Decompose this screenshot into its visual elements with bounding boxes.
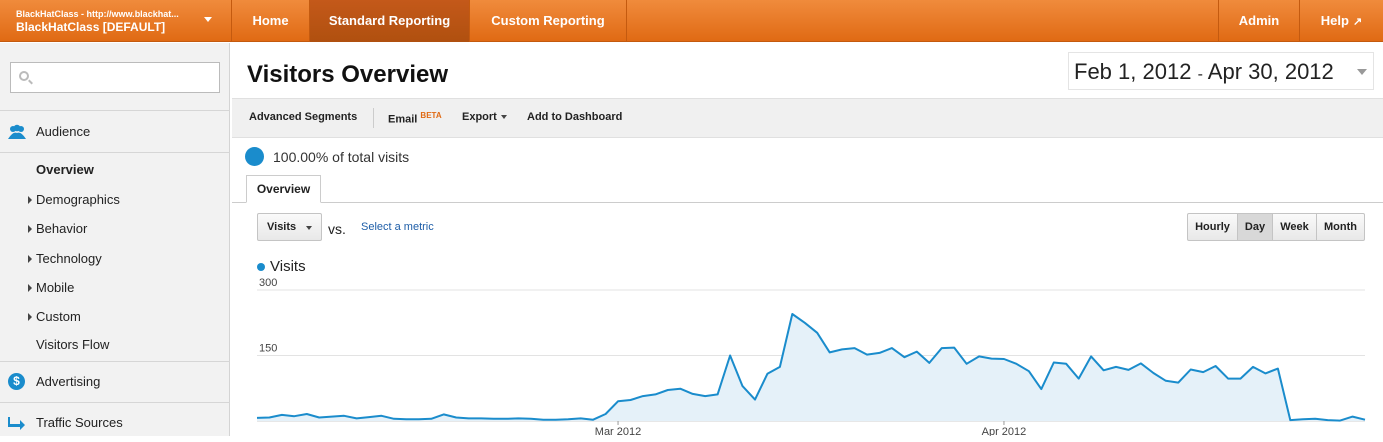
nav-admin[interactable]: Admin — [1218, 0, 1300, 42]
nav-standard-reporting[interactable]: Standard Reporting — [310, 0, 470, 42]
divider — [0, 110, 230, 111]
metric-dropdown[interactable]: Visits — [257, 213, 322, 241]
sidebar-item-visitors-flow[interactable]: Visitors Flow — [0, 331, 230, 359]
date-start: Feb 1, 2012 — [1074, 59, 1192, 84]
divider — [373, 108, 374, 128]
granularity-week-button[interactable]: Week — [1272, 213, 1317, 241]
sidebar-section-audience[interactable]: Audience — [0, 113, 230, 151]
add-to-dashboard-button[interactable]: Add to Dashboard — [527, 111, 622, 123]
date-range-picker[interactable]: Feb 1, 2012 - Apr 30, 2012 — [1068, 52, 1374, 90]
date-end: Apr 30, 2012 — [1207, 59, 1334, 84]
expand-triangle-icon — [28, 225, 32, 233]
external-link-icon: ↗ — [1352, 16, 1363, 28]
sidebar-item-custom[interactable]: Custom — [0, 303, 230, 331]
export-button[interactable]: Export — [462, 111, 507, 123]
sidebar-section-label: Traffic Sources — [36, 415, 123, 430]
x-tick-label: Mar 2012 — [595, 426, 641, 436]
sidebar: Audience Overview Demographics Behavior … — [0, 43, 230, 436]
audience-icon — [8, 124, 26, 139]
legend-marker — [257, 263, 265, 271]
expand-triangle-icon — [28, 196, 32, 204]
chevron-down-icon — [306, 226, 312, 230]
divider — [0, 152, 230, 153]
sidebar-item-label: Custom — [36, 309, 81, 324]
export-label: Export — [462, 111, 497, 123]
beta-badge: BETA — [420, 111, 442, 120]
sidebar-item-label: Mobile — [36, 280, 75, 295]
sidebar-item-label: Behavior — [36, 221, 88, 236]
granularity-hourly-button[interactable]: Hourly — [1187, 213, 1238, 241]
y-tick-label: 300 — [259, 278, 277, 289]
account-url: BlackHatClass - http://www.blackhat... — [16, 9, 179, 19]
divider — [0, 402, 230, 403]
date-range-text: Feb 1, 2012 - Apr 30, 2012 — [1074, 59, 1334, 85]
granularity-month-button[interactable]: Month — [1316, 213, 1365, 241]
expand-triangle-icon — [28, 255, 32, 263]
nav-home[interactable]: Home — [232, 0, 310, 42]
expand-triangle-icon — [28, 313, 32, 321]
tab-divider — [232, 202, 1383, 203]
dollar-icon: $ — [8, 373, 25, 390]
pie-chart-icon — [245, 147, 264, 166]
chevron-down-icon — [500, 115, 507, 120]
account-profile: BlackHatClass [DEFAULT] — [16, 20, 166, 34]
sidebar-item-demographics[interactable]: Demographics — [0, 186, 230, 214]
chevron-down-icon — [204, 17, 212, 22]
divider — [0, 361, 230, 362]
help-label: Help — [1320, 13, 1349, 28]
metric-label: Visits — [267, 221, 297, 233]
search-icon — [19, 71, 29, 81]
tab-overview[interactable]: Overview — [246, 175, 321, 203]
sidebar-item-overview[interactable]: Overview — [0, 156, 230, 184]
chevron-down-icon — [1357, 69, 1367, 75]
sidebar-item-mobile[interactable]: Mobile — [0, 274, 230, 302]
nav-help[interactable]: Help ↗ — [1300, 0, 1383, 42]
advanced-segments-button[interactable]: Advanced Segments — [249, 111, 357, 123]
legend-label: Visits — [270, 258, 306, 275]
account-selector[interactable]: BlackHatClass - http://www.blackhat... B… — [0, 0, 232, 42]
sidebar-section-traffic-sources[interactable]: Traffic Sources — [0, 404, 230, 442]
search-input[interactable] — [10, 62, 220, 93]
y-tick-label: 150 — [259, 343, 277, 355]
total-visits-summary: 100.00% of total visits — [273, 149, 410, 165]
traffic-arrows-icon — [8, 417, 25, 430]
sidebar-item-label: Technology — [36, 251, 102, 266]
vs-label: vs. — [328, 221, 346, 237]
sidebar-item-technology[interactable]: Technology — [0, 245, 230, 273]
sidebar-item-label: Demographics — [36, 192, 120, 207]
expand-triangle-icon — [28, 284, 32, 292]
sidebar-section-advertising[interactable]: $ Advertising — [0, 363, 230, 401]
top-bar: BlackHatClass - http://www.blackhat... B… — [0, 0, 1383, 42]
email-button[interactable]: Email BETA — [388, 111, 442, 126]
page-title: Visitors Overview — [247, 61, 448, 88]
date-separator: - — [1197, 66, 1203, 83]
sidebar-section-label: Audience — [36, 124, 91, 139]
granularity-day-button[interactable]: Day — [1237, 213, 1273, 241]
visits-line-chart: 150 300 Mar 2012 Apr 2012 — [232, 278, 1383, 436]
sidebar-item-behavior[interactable]: Behavior — [0, 215, 230, 243]
select-metric-link[interactable]: Select a metric — [361, 221, 434, 233]
x-tick-label: Apr 2012 — [982, 426, 1027, 436]
email-label: Email — [388, 113, 418, 126]
nav-custom-reporting[interactable]: Custom Reporting — [470, 0, 627, 42]
sidebar-section-label: Advertising — [36, 374, 101, 389]
